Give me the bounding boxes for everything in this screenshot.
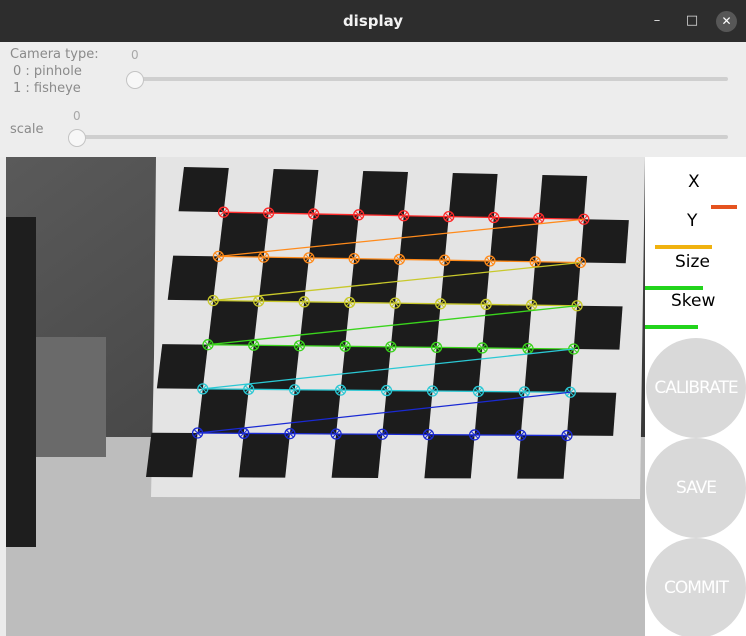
- close-button[interactable]: ✕: [716, 11, 737, 32]
- chair: [6, 217, 36, 547]
- checker-square: [146, 432, 198, 478]
- camera-type-value: 0: [131, 48, 139, 62]
- checker-square: [340, 346, 391, 391]
- checker-square: [399, 215, 449, 261]
- size-progress-bar: [645, 286, 703, 290]
- checker-square: [573, 305, 623, 350]
- calibrate-button[interactable]: CALIBRATE: [646, 338, 746, 438]
- checker-square: [268, 169, 319, 214]
- skew-label: Skew: [671, 291, 716, 311]
- checker-square: [424, 434, 475, 479]
- scale-slider-handle[interactable]: [68, 129, 86, 147]
- camera-type-slider-handle[interactable]: [126, 71, 144, 89]
- checker-square: [349, 258, 400, 304]
- scale-slider-track[interactable]: [68, 135, 728, 139]
- trackbar-panel: Camera type: 0 : pinhole 1 : fisheye 0 s…: [0, 42, 746, 157]
- camera-type-option-pinhole: 0 : pinhole: [13, 64, 82, 79]
- y-label: Y: [687, 211, 698, 231]
- checker-square: [524, 348, 574, 393]
- checker-square: [440, 260, 490, 305]
- size-label: Size: [675, 252, 710, 272]
- checker-square: [308, 213, 359, 259]
- checker-square: [531, 261, 581, 306]
- checker-square: [218, 212, 269, 258]
- camera-type-slider-track[interactable]: [126, 77, 728, 81]
- checker-square: [566, 392, 617, 436]
- checker-square: [538, 175, 588, 220]
- x-progress-bar: [711, 205, 737, 209]
- commit-button[interactable]: COMMIT: [646, 538, 746, 636]
- calibration-sidebar: X Y Size Skew CALIBRATE SAVE COMMIT: [645, 157, 746, 636]
- checker-square: [580, 219, 629, 264]
- window-title: display: [342, 12, 404, 30]
- camera-image: [6, 157, 645, 636]
- checker-square: [178, 167, 229, 213]
- save-button[interactable]: SAVE: [646, 438, 746, 538]
- maximize-button[interactable]: □: [682, 11, 702, 31]
- scale-label: scale: [10, 122, 44, 137]
- checker-square: [156, 344, 208, 389]
- checker-square: [289, 389, 341, 434]
- desk-equipment: [36, 337, 106, 457]
- camera-view: [6, 157, 645, 636]
- minimize-button[interactable]: –: [647, 11, 667, 31]
- checker-square: [299, 301, 350, 347]
- checker-square: [238, 433, 290, 478]
- checker-square: [167, 255, 219, 301]
- checker-square: [197, 388, 249, 434]
- y-progress-bar: [655, 245, 712, 249]
- checker-square: [448, 173, 498, 218]
- checker-square: [432, 347, 483, 392]
- checker-square: [331, 433, 383, 478]
- checker-square: [208, 300, 259, 346]
- camera-type-label: Camera type:: [10, 47, 99, 62]
- camera-type-option-fisheye: 1 : fisheye: [13, 81, 81, 96]
- checker-square: [517, 435, 567, 479]
- checker-square: [358, 171, 408, 216]
- skew-progress-bar: [645, 325, 698, 329]
- x-label: X: [688, 172, 700, 192]
- scale-value: 0: [73, 109, 81, 123]
- title-bar: display – □ ✕: [0, 0, 746, 42]
